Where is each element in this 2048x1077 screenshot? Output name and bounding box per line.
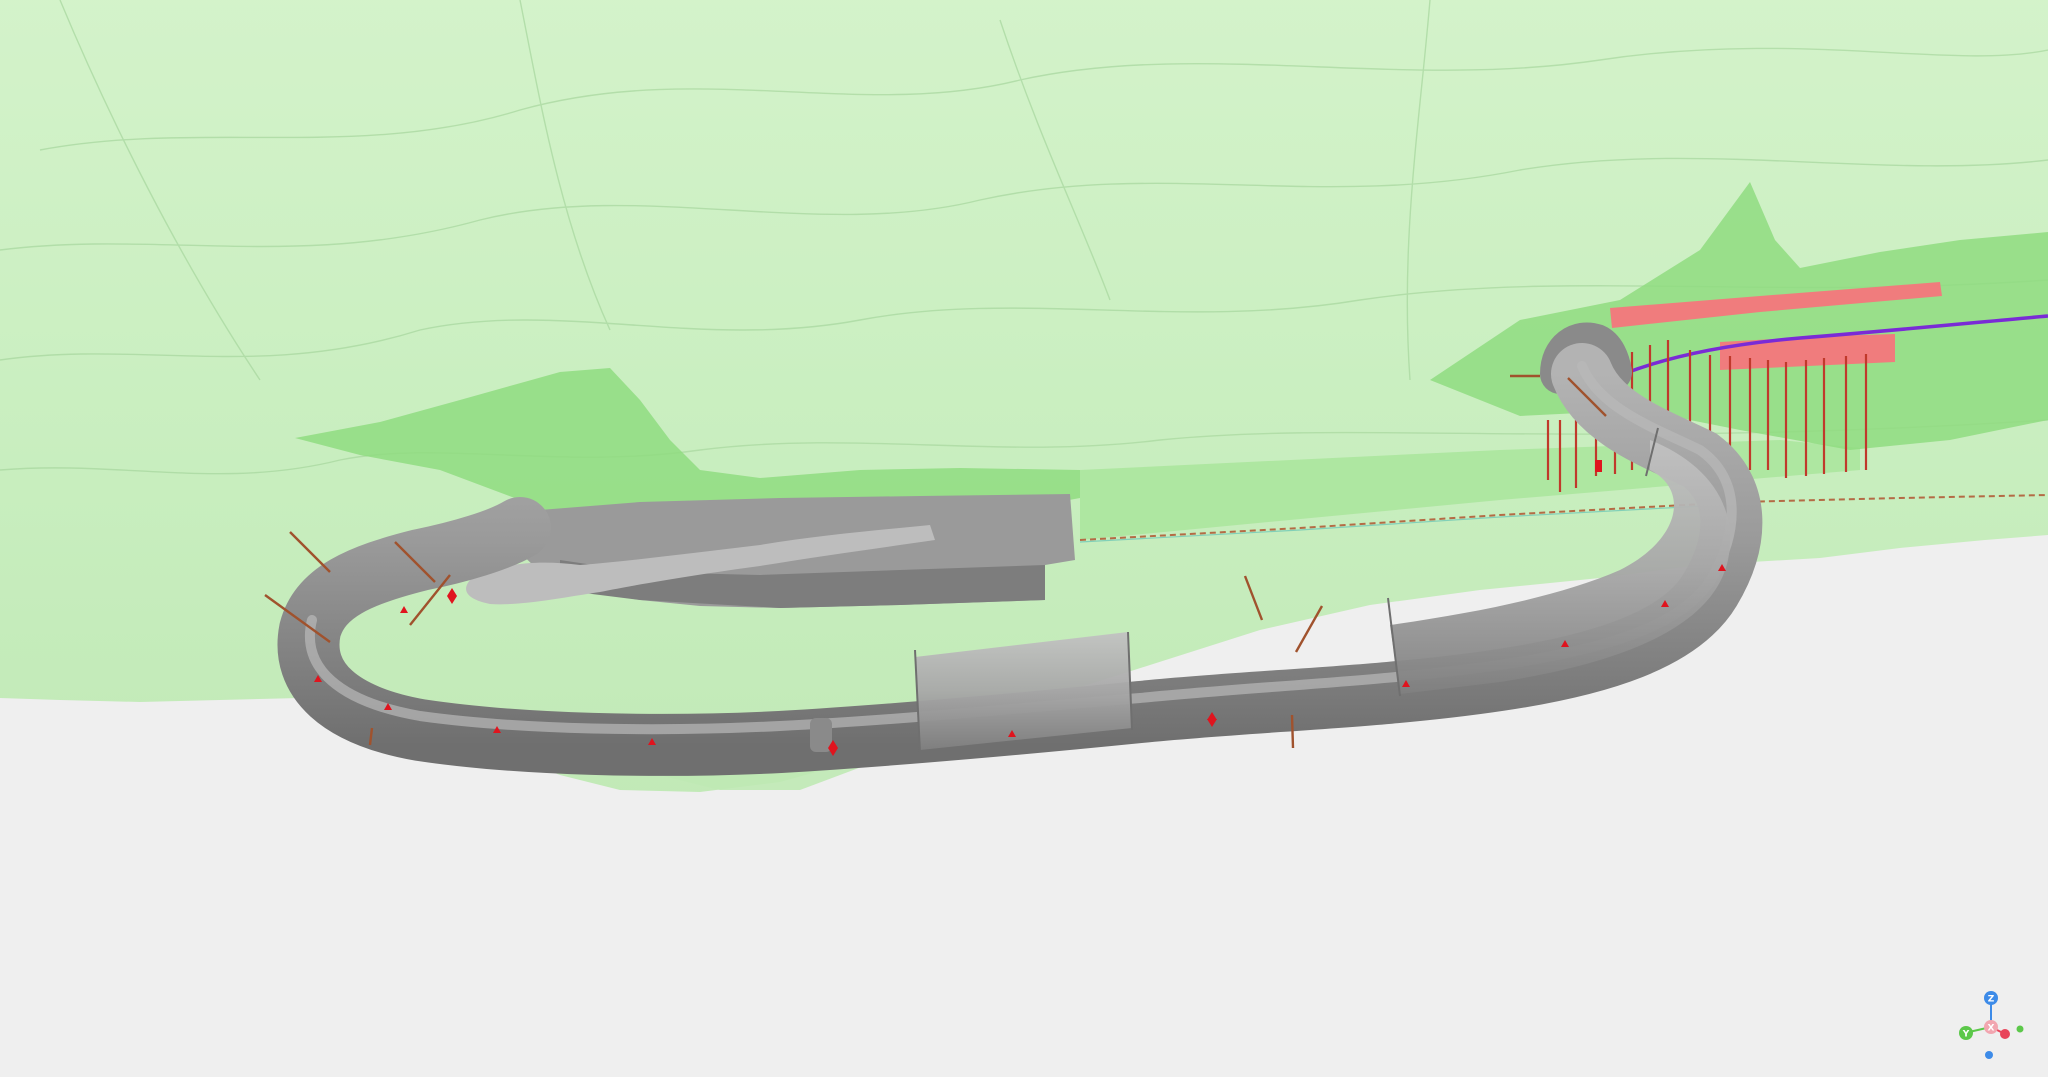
axis-x-handle[interactable]: [2000, 1029, 2010, 1039]
axis-x-label: X: [1988, 1024, 1995, 1034]
axis-gizmo[interactable]: Z Y X: [1955, 985, 2025, 1065]
axis-neg-y-handle[interactable]: [2016, 1025, 2024, 1033]
3d-viewport[interactable]: Z Y X: [0, 0, 2048, 1077]
axis-y-label: Y: [1962, 1030, 1970, 1040]
axis-neg-z-handle[interactable]: [1985, 1051, 1993, 1059]
3d-scene[interactable]: [0, 0, 2048, 1077]
axis-z-label: Z: [1988, 995, 1995, 1005]
